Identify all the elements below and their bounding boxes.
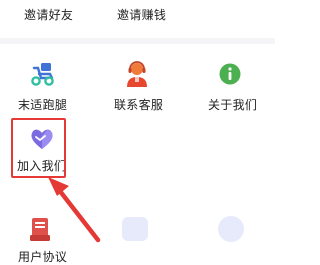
menu-item-customer-service[interactable]: 联系客服 (114, 60, 164, 112)
menu-item-user-agreement[interactable]: 用户协议 (18, 216, 70, 264)
menu-item-label: 末适跑腿 (18, 98, 68, 112)
menu-item-label: 邀请赚钱 (117, 8, 167, 22)
menu-item-label: 联系客服 (114, 98, 164, 112)
menu-item-invite-earn[interactable]: 邀请赚钱 (117, 6, 166, 23)
menu-item-invite-friends[interactable]: 邀请好友 (24, 6, 73, 23)
menu-item-errand[interactable]: 末适跑腿 (18, 60, 67, 112)
faded-icon (218, 216, 244, 242)
menu-item-label: 关于我们 (208, 98, 258, 112)
scooter-icon (31, 63, 54, 86)
highlight-box (11, 118, 66, 178)
info-icon (219, 63, 241, 85)
section-divider (0, 38, 275, 44)
menu-item-label: 邀请好友 (24, 8, 74, 22)
menu-item-about-us[interactable]: 关于我们 (208, 60, 258, 112)
headset-agent-icon (127, 61, 147, 87)
menu-item-label: 用户协议 (18, 250, 68, 264)
faded-icon (122, 217, 148, 241)
document-stamp-icon (30, 218, 50, 241)
